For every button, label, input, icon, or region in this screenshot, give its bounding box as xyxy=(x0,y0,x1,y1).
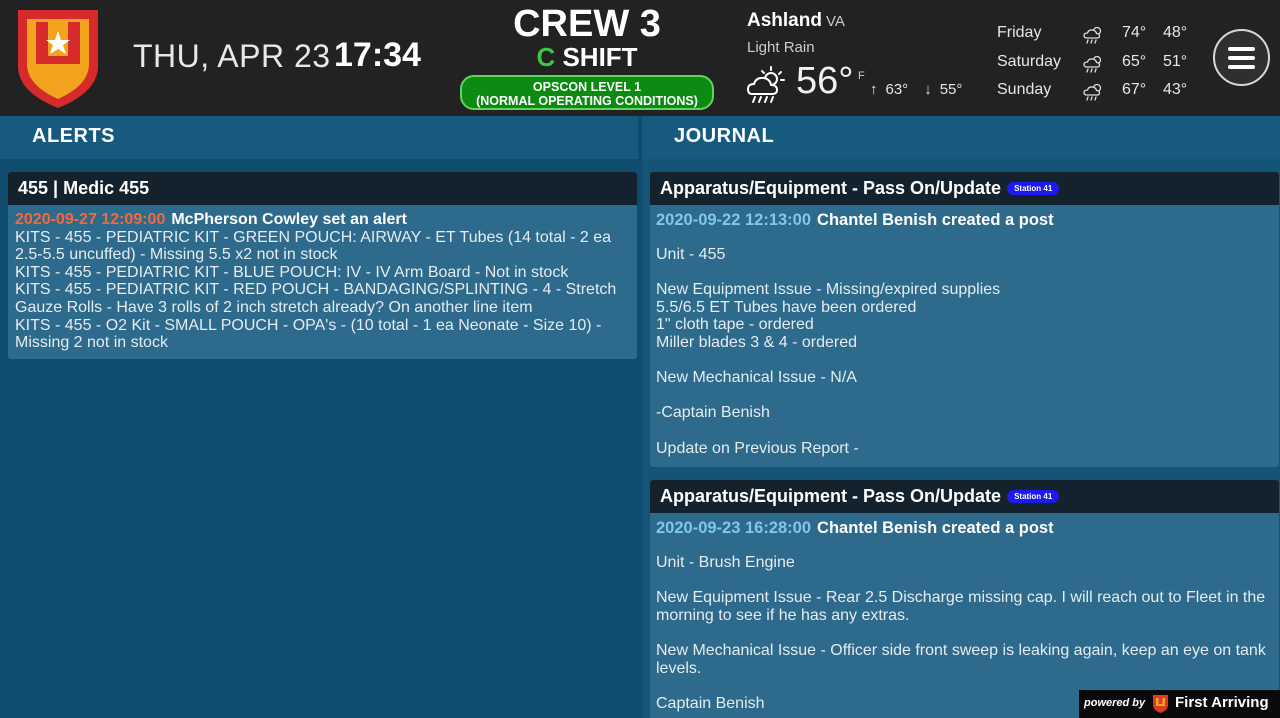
post-line: New Mechanical Issue - N/A xyxy=(656,369,857,387)
journal-post-title: Apparatus/Equipment - Pass On/Update Stat… xyxy=(650,480,1279,513)
current-date: THU, APR 23 xyxy=(133,38,331,74)
journal-post-title: Apparatus/Equipment - Pass On/Update Stat… xyxy=(650,172,1279,205)
first-arriving-brand: First Arriving xyxy=(1175,694,1269,711)
powered-by-label: powered by xyxy=(1084,697,1146,709)
current-temperature: 56° xyxy=(796,60,854,102)
today-high: ↑ 63° xyxy=(870,81,909,98)
forecast-row: Sunday 67° 43° xyxy=(997,79,1197,108)
rain-cloud-sun-icon xyxy=(746,66,785,103)
forecast-low: 43° xyxy=(1163,81,1188,98)
alert-card[interactable]: 455 | Medic 455 2020-09-27 12:09:00 McPhe… xyxy=(8,172,637,359)
journal-section-header: JOURNAL xyxy=(642,116,1280,159)
crew-label: CREW 3 xyxy=(513,3,661,45)
weather-state: VA xyxy=(825,13,845,30)
alert-line: KITS - 455 - PEDIATRIC KIT - GREEN POUCH… xyxy=(15,228,612,264)
journal-post-body: 2020-09-23 16:28:00 Chantel Benish create… xyxy=(650,513,1279,716)
post-line: 5.5/6.5 ET Tubes have been ordered xyxy=(656,298,917,316)
current-time: 17:34 xyxy=(334,36,421,74)
arrow-up-icon: ↑ xyxy=(870,81,878,98)
post-line xyxy=(656,624,1271,642)
post-line: 1" cloth tape - ordered xyxy=(656,316,814,334)
powered-by-badge[interactable]: powered by First Arriving xyxy=(1079,690,1280,718)
temperature-unit: F xyxy=(858,70,865,82)
station-badge: Station 41 xyxy=(1007,490,1060,503)
journal-post-author: Chantel Benish created a post xyxy=(817,519,1054,537)
weather-forecast: Friday 74° 48° Saturday 65° 51° Sunday 6… xyxy=(997,22,1197,108)
arrow-down-icon: ↓ xyxy=(924,81,932,98)
post-line: New Equipment Issue - Rear 2.5 Discharge… xyxy=(656,589,1266,624)
menu-button[interactable] xyxy=(1213,29,1270,86)
weather-location: Ashland VA xyxy=(747,10,845,32)
shift-letter: C xyxy=(536,42,556,72)
alert-line: KITS - 455 - O2 Kit - SMALL POUCH - OPA'… xyxy=(15,316,602,352)
post-line: Unit - 455 xyxy=(656,246,726,263)
department-shield-logo-icon xyxy=(18,10,98,108)
post-line: New Mechanical Issue - Officer side fron… xyxy=(656,641,1266,677)
rain-cloud-sun-icon xyxy=(1083,83,1102,101)
post-line: Unit - Brush Engine xyxy=(656,554,795,571)
alert-card-title: 455 | Medic 455 xyxy=(8,172,637,205)
opscon-description: (NORMAL OPERATING CONDITIONS) xyxy=(476,94,698,108)
alert-line: KITS - 455 - PEDIATRIC KIT - BLUE POUCH:… xyxy=(15,263,569,281)
post-line: Update on Previous Report - xyxy=(656,439,859,457)
forecast-day: Sunday xyxy=(997,81,1052,98)
top-header: THU, APR 23 17:34 CREW 3 C SHIFT OPSCON … xyxy=(0,0,1280,116)
today-low: ↓ 55° xyxy=(924,81,963,98)
rain-cloud-sun-icon xyxy=(1083,55,1102,73)
forecast-low: 51° xyxy=(1163,52,1188,70)
station-badge: Station 41 xyxy=(1007,182,1060,195)
forecast-high: 65° xyxy=(1122,52,1147,70)
weather-condition: Light Rain xyxy=(747,39,815,56)
post-line: -Captain Benish xyxy=(656,404,770,422)
journal-post-text: Unit - Brush Engine New Equipment Issue … xyxy=(656,554,1271,712)
journal-post-card[interactable]: Apparatus/Equipment - Pass On/Update Stat… xyxy=(650,172,1279,467)
alert-line: KITS - 455 - PEDIATRIC KIT - RED POUCH -… xyxy=(15,281,617,316)
forecast-row: Friday 74° 48° xyxy=(997,22,1197,51)
weather-city: Ashland xyxy=(747,10,822,31)
forecast-row: Saturday 65° 51° xyxy=(997,51,1197,80)
post-line: Miller blades 3 & 4 - ordered xyxy=(656,333,857,351)
today-high-low: ↑ 63° ↓ 55° xyxy=(870,81,978,98)
alert-card-body: 2020-09-27 12:09:00 McPherson Cowley set … xyxy=(8,205,637,356)
shift-label: C SHIFT xyxy=(460,42,714,72)
journal-post-meta: 2020-09-22 12:13:00 Chantel Benish create… xyxy=(656,211,1271,229)
forecast-low: 48° xyxy=(1163,24,1188,41)
post-line xyxy=(656,352,1271,370)
forecast-high: 74° xyxy=(1122,24,1147,41)
shift-word: SHIFT xyxy=(562,42,638,72)
opscon-level: OPSCON LEVEL 1 xyxy=(532,80,642,94)
post-line xyxy=(656,387,1271,405)
post-line xyxy=(656,422,1271,440)
journal-post-timestamp: 2020-09-23 16:28:00 xyxy=(656,519,812,537)
opscon-status-badge: OPSCON LEVEL 1 (NORMAL OPERATING CONDITI… xyxy=(460,75,714,110)
forecast-high: 67° xyxy=(1122,81,1147,98)
alert-timestamp: 2020-09-27 12:09:00 xyxy=(15,211,166,228)
journal-post-author: Chantel Benish created a post xyxy=(817,211,1054,229)
forecast-day: Saturday xyxy=(997,52,1062,70)
journal-post-meta: 2020-09-23 16:28:00 Chantel Benish create… xyxy=(656,519,1271,537)
post-line: New Equipment Issue - Missing/expired su… xyxy=(656,281,1001,299)
post-line xyxy=(656,572,1271,590)
journal-post-card[interactable]: Apparatus/Equipment - Pass On/Update Stat… xyxy=(650,480,1279,718)
alerts-section-header: ALERTS xyxy=(0,116,638,159)
journal-post-text: Unit - 455 New Equipment Issue - Missing… xyxy=(656,246,1271,457)
post-line xyxy=(656,264,1271,282)
rain-cloud-sun-icon xyxy=(1083,26,1102,44)
journal-post-timestamp: 2020-09-22 12:13:00 xyxy=(656,211,812,229)
forecast-day: Friday xyxy=(997,24,1042,41)
journal-post-body: 2020-09-22 12:13:00 Chantel Benish create… xyxy=(650,205,1279,461)
alert-meta: 2020-09-27 12:09:00 McPherson Cowley set … xyxy=(15,211,629,229)
first-arriving-logo-icon xyxy=(1153,695,1168,713)
alert-author: McPherson Cowley set an alert xyxy=(171,211,407,228)
